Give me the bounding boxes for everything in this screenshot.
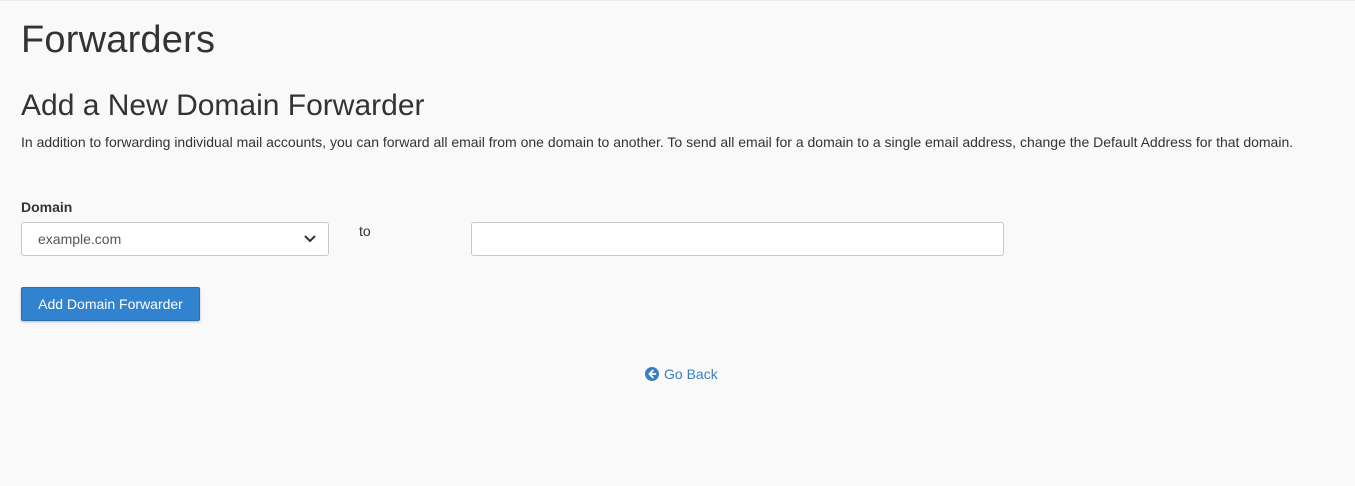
add-domain-forwarder-button[interactable]: Add Domain Forwarder	[21, 287, 200, 321]
destination-domain-input[interactable]	[471, 222, 1004, 256]
circle-arrow-left-icon	[645, 367, 659, 381]
domain-select[interactable]: example.com	[21, 222, 329, 256]
page: Forwarders Add a New Domain Forwarder In…	[0, 0, 1355, 486]
domain-label: Domain	[21, 199, 73, 215]
go-back-link[interactable]: Go Back	[645, 366, 718, 382]
domain-select-value: example.com	[38, 231, 122, 247]
section-heading: Add a New Domain Forwarder	[21, 89, 425, 122]
page-title: Forwarders	[21, 19, 216, 61]
chevron-down-icon	[304, 235, 316, 242]
go-back-label: Go Back	[664, 366, 718, 382]
section-description: In addition to forwarding individual mai…	[21, 134, 1294, 150]
to-label: to	[359, 223, 371, 239]
